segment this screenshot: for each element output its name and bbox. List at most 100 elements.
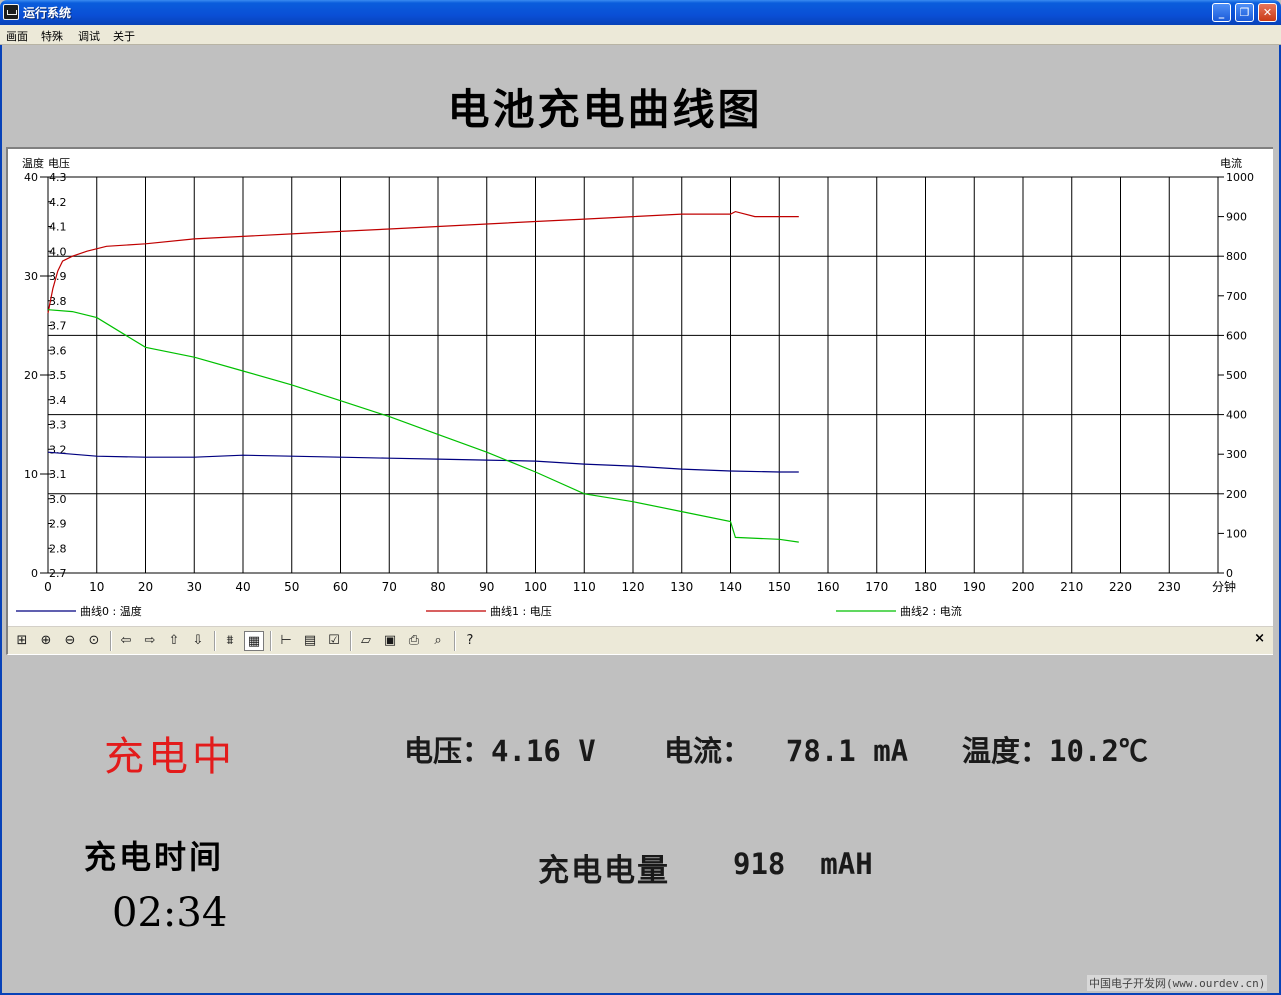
current-tick-label: 600 xyxy=(1226,329,1247,342)
x-tick-label: 100 xyxy=(524,580,547,594)
toolbar-close-icon[interactable]: × xyxy=(1254,631,1265,646)
x-tick-label: 150 xyxy=(768,580,791,594)
x-tick-label: 20 xyxy=(138,580,153,594)
x-tick-label: 60 xyxy=(333,580,348,594)
maximize-button[interactable]: ❐ xyxy=(1235,3,1254,22)
toolbar-separator xyxy=(350,631,352,651)
page-title: 电池充电曲线图 xyxy=(447,85,763,134)
temperature-tick-label: 0 xyxy=(31,567,38,580)
x-tick-label: 10 xyxy=(89,580,104,594)
temperature-tick-label: 20 xyxy=(24,369,38,382)
x-tick-label: 220 xyxy=(1109,580,1132,594)
voltage-tick-label: 2.8 xyxy=(49,542,67,555)
x-tick-label: 40 xyxy=(235,580,250,594)
help-icon[interactable]: ? xyxy=(460,631,480,651)
save-icon[interactable]: ▣ xyxy=(380,631,400,651)
temperature-tick-label: 10 xyxy=(24,468,38,481)
voltage-tick-label: 3.7 xyxy=(49,320,67,333)
grid-icon[interactable]: ▦ xyxy=(244,631,264,651)
voltage-tick-label: 4.1 xyxy=(49,221,67,234)
zoom-fit-icon[interactable]: ⊞ xyxy=(12,631,32,651)
current-tick-label: 200 xyxy=(1226,488,1247,501)
print-icon[interactable]: ⎙ xyxy=(404,631,424,651)
window-titlebar[interactable]: 运行系统 _ ❐ ✕ xyxy=(0,0,1281,25)
x-tick-label: 190 xyxy=(963,580,986,594)
voltage-tick-label: 2.9 xyxy=(49,518,67,531)
properties-icon[interactable]: ☑ xyxy=(324,631,344,651)
menu-item-about[interactable]: 关于 xyxy=(113,28,135,44)
data-table-icon[interactable]: ▤ xyxy=(300,631,320,651)
current-tick-label: 0 xyxy=(1226,567,1233,580)
x-tick-label: 0 xyxy=(44,580,52,594)
current-tick-label: 300 xyxy=(1226,448,1247,461)
voltage-axis-label: 电压 xyxy=(48,157,70,170)
cursor-icon[interactable]: ⊢ xyxy=(276,631,296,651)
menu-item-screen[interactable]: 画面 xyxy=(6,28,28,44)
app-icon xyxy=(3,4,19,20)
voltage-tick-label: 3.0 xyxy=(49,493,67,506)
current-tick-label: 400 xyxy=(1226,409,1247,422)
open-icon[interactable]: ▱ xyxy=(356,631,376,651)
charge-time-value: 02:34 xyxy=(112,890,228,936)
voltage-tick-label: 3.2 xyxy=(49,443,67,456)
x-tick-label: 180 xyxy=(914,580,937,594)
chart-mode-icon[interactable]: ⩩ xyxy=(220,631,240,651)
x-tick-label: 130 xyxy=(670,580,693,594)
temperature-tick-label: 40 xyxy=(24,171,38,184)
x-tick-label: 200 xyxy=(1012,580,1035,594)
pan-left-icon[interactable]: ⇦ xyxy=(116,631,136,651)
toolbar-separator xyxy=(214,631,216,651)
current-tick-label: 800 xyxy=(1226,250,1247,263)
x-tick-label: 110 xyxy=(573,580,596,594)
close-button[interactable]: ✕ xyxy=(1258,3,1277,22)
capacity-value: 918 mAH xyxy=(733,847,873,881)
x-tick-label: 140 xyxy=(719,580,742,594)
x-tick-label: 30 xyxy=(187,580,202,594)
window-title: 运行系统 xyxy=(23,6,72,20)
voltage-tick-label: 3.3 xyxy=(49,419,67,432)
temperature-tick-label: 30 xyxy=(24,270,38,283)
minimize-button[interactable]: _ xyxy=(1212,3,1231,22)
legend-label-2: 曲线2 : 电流 xyxy=(900,604,962,618)
current-readout: 电流： 78.1 mA xyxy=(664,734,909,768)
zoom-out-icon[interactable]: ⊖ xyxy=(60,631,80,651)
voltage-tick-label: 2.7 xyxy=(49,567,67,580)
pan-up-icon[interactable]: ⇧ xyxy=(164,631,184,651)
chart-toolbar: ⊞ ⊕ ⊖ ⊙ ⇦ ⇨ ⇧ ⇩ ⩩ ▦ ⊢ ▤ ☑ ▱ ▣ ⎙ ⌕ ? × xyxy=(8,626,1273,654)
zoom-in-icon[interactable]: ⊕ xyxy=(36,631,56,651)
charging-status: 充电中 xyxy=(104,734,236,780)
chart-panel: 0 10 20 30 40 50 60 70 80 90 100 110 120 130 140 150 160… xyxy=(6,147,1273,655)
pan-down-icon[interactable]: ⇩ xyxy=(188,631,208,651)
voltage-tick-label: 4.3 xyxy=(49,171,67,184)
x-tick-label: 90 xyxy=(479,580,494,594)
current-tick-label: 700 xyxy=(1226,290,1247,303)
x-tick-label: 160 xyxy=(817,580,840,594)
capacity-label: 充电电量 xyxy=(538,853,670,889)
x-tick-label: 120 xyxy=(622,580,645,594)
charging-chart[interactable]: 0 10 20 30 40 50 60 70 80 90 100 110 120 130 140 150 160… xyxy=(8,149,1273,627)
pan-right-icon[interactable]: ⇨ xyxy=(140,631,160,651)
voltage-tick-label: 4.2 xyxy=(49,196,67,209)
preview-icon[interactable]: ⌕ xyxy=(428,631,448,651)
menu-item-special[interactable]: 特殊 xyxy=(41,28,63,44)
toolbar-separator xyxy=(454,631,456,651)
x-tick-label: 80 xyxy=(430,580,445,594)
x-tick-label: 170 xyxy=(865,580,888,594)
x-axis-label: 分钟 xyxy=(1212,579,1236,594)
charge-time-label: 充电时间 xyxy=(84,838,225,876)
x-tick-label: 230 xyxy=(1158,580,1181,594)
watermark: 中国电子开发网(www.ourdev.cn) xyxy=(1087,975,1268,991)
current-tick-label: 500 xyxy=(1226,369,1247,382)
legend-label-1: 曲线1 : 电压 xyxy=(490,604,552,618)
x-tick-label: 210 xyxy=(1060,580,1083,594)
voltage-tick-label: 3.6 xyxy=(49,344,67,357)
voltage-tick-label: 3.4 xyxy=(49,394,67,407)
voltage-tick-label: 3.5 xyxy=(49,369,67,382)
toolbar-separator xyxy=(270,631,272,651)
legend-label-0: 曲线0 : 温度 xyxy=(80,604,142,618)
temperature-readout: 温度：10.2℃ xyxy=(962,734,1148,768)
voltage-readout: 电压：4.16 V xyxy=(404,734,596,768)
zoom-reset-icon[interactable]: ⊙ xyxy=(84,631,104,651)
menu-bar: 画面 特殊 调试 关于 xyxy=(0,25,1281,45)
menu-item-debug[interactable]: 调试 xyxy=(78,28,100,44)
